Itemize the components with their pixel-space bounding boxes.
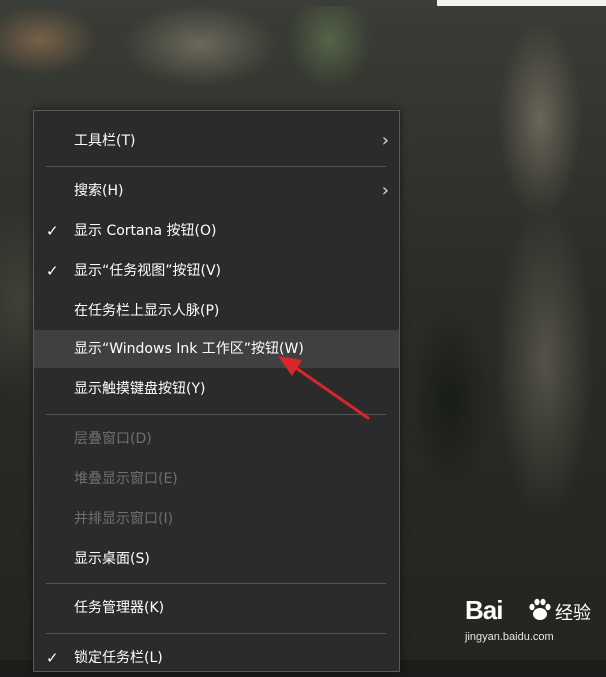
check-icon: ✓ <box>46 222 59 240</box>
menu-item-show-task-view[interactable]: ✓ 显示“任务视图”按钮(V) <box>34 252 399 290</box>
menu-item-task-manager[interactable]: 任务管理器(K) <box>34 589 399 627</box>
menu-item-label: 并排显示窗口(I) <box>74 511 174 527</box>
baidu-jingyan-watermark: Bai 经验 jingyan.baidu.com <box>465 595 600 655</box>
top-white-strip <box>437 0 606 6</box>
menu-separator <box>46 583 386 584</box>
menu-item-label: 在任务栏上显示人脉(P) <box>74 303 220 319</box>
menu-item-toolbars[interactable]: 工具栏(T) › <box>34 122 399 160</box>
menu-item-lock-taskbar[interactable]: ✓ 锁定任务栏(L) <box>34 639 399 677</box>
menu-item-search[interactable]: 搜索(H) › <box>34 172 399 210</box>
chevron-right-icon: › <box>381 130 389 151</box>
paw-icon <box>529 598 551 620</box>
menu-item-show-cortana[interactable]: ✓ 显示 Cortana 按钮(O) <box>34 212 399 250</box>
menu-item-show-people[interactable]: 在任务栏上显示人脉(P) <box>34 292 399 330</box>
menu-separator <box>46 414 386 415</box>
menu-item-label: 锁定任务栏(L) <box>74 650 163 666</box>
menu-item-label: 工具栏(T) <box>74 133 136 149</box>
taskbar-context-menu: 工具栏(T) › 搜索(H) › ✓ 显示 Cortana 按钮(O) ✓ 显示… <box>33 110 400 672</box>
menu-separator <box>46 633 386 634</box>
menu-item-cascade-windows: 层叠窗口(D) <box>34 420 399 458</box>
menu-item-label: 显示 Cortana 按钮(O) <box>74 223 217 239</box>
chevron-right-icon: › <box>381 180 389 201</box>
watermark-url: jingyan.baidu.com <box>465 631 554 643</box>
menu-item-label: 显示“任务视图”按钮(V) <box>74 263 222 279</box>
menu-item-stack-windows: 堆叠显示窗口(E) <box>34 460 399 498</box>
check-icon: ✓ <box>46 262 59 280</box>
check-icon: ✓ <box>46 649 59 667</box>
menu-item-label: 显示桌面(S) <box>74 551 150 567</box>
menu-item-label: 显示“Windows Ink 工作区”按钮(W) <box>74 341 304 357</box>
watermark-brand-suffix: 经验 <box>555 603 591 624</box>
watermark-brand: Bai <box>465 595 503 625</box>
menu-item-show-windows-ink[interactable]: 显示“Windows Ink 工作区”按钮(W) <box>34 330 399 368</box>
menu-item-label: 搜索(H) <box>74 183 124 199</box>
menu-item-label: 显示触摸键盘按钮(Y) <box>74 381 206 397</box>
menu-separator <box>46 166 386 167</box>
menu-item-label: 层叠窗口(D) <box>74 431 152 447</box>
menu-item-label: 堆叠显示窗口(E) <box>74 471 178 487</box>
menu-item-show-touch-keyboard[interactable]: 显示触摸键盘按钮(Y) <box>34 370 399 408</box>
menu-item-show-desktop[interactable]: 显示桌面(S) <box>34 540 399 578</box>
menu-item-label: 任务管理器(K) <box>74 600 165 616</box>
menu-item-side-by-side-windows: 并排显示窗口(I) <box>34 500 399 538</box>
